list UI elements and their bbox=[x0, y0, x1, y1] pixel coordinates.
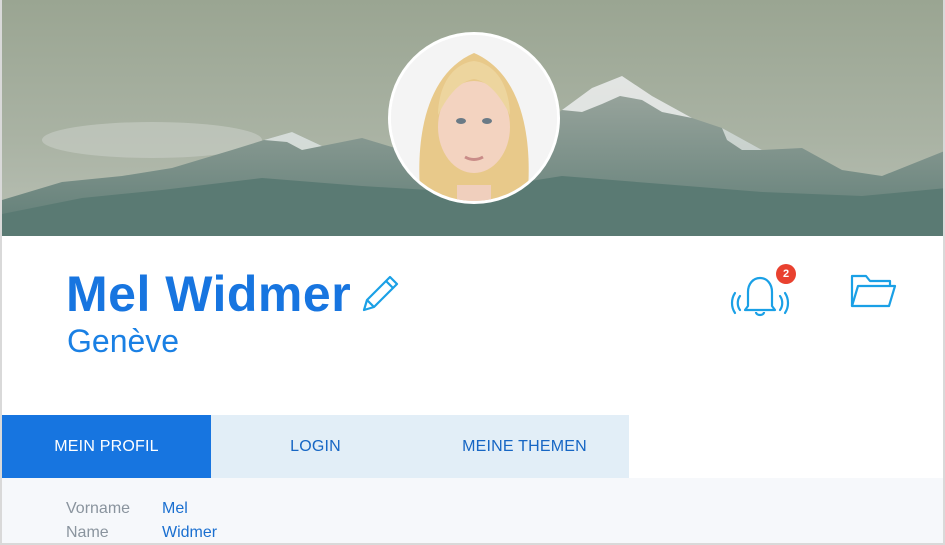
profile-city: Genève bbox=[67, 323, 180, 359]
profile-name: Mel Widmer bbox=[66, 266, 352, 322]
tab-login[interactable]: LOGIN bbox=[211, 415, 420, 478]
tab-mein-profil[interactable]: MEIN PROFIL bbox=[2, 415, 211, 478]
detail-label: Name bbox=[66, 524, 109, 541]
pencil-icon[interactable] bbox=[358, 272, 402, 316]
folder-icon[interactable] bbox=[848, 272, 898, 312]
detail-row-vorname: Vorname Mel bbox=[66, 497, 188, 521]
profile-details: Vorname Mel Name Widmer bbox=[2, 478, 943, 543]
avatar[interactable] bbox=[391, 35, 557, 201]
profile-card: Mel Widmer Genève 2 MEIN PROFIL LOGIN ME… bbox=[2, 236, 943, 543]
profile-tabs: MEIN PROFIL LOGIN MEINE THEMEN bbox=[2, 415, 629, 478]
notification-badge: 2 bbox=[776, 264, 796, 284]
tab-meine-themen[interactable]: MEINE THEMEN bbox=[420, 415, 629, 478]
profile-page: Mel Widmer Genève 2 MEIN PROFIL LOGIN ME… bbox=[0, 0, 945, 545]
detail-value: Mel bbox=[162, 500, 188, 517]
detail-value: Widmer bbox=[162, 524, 218, 541]
detail-label: Vorname bbox=[66, 500, 131, 517]
detail-row-name: Name Widmer bbox=[66, 521, 218, 543]
